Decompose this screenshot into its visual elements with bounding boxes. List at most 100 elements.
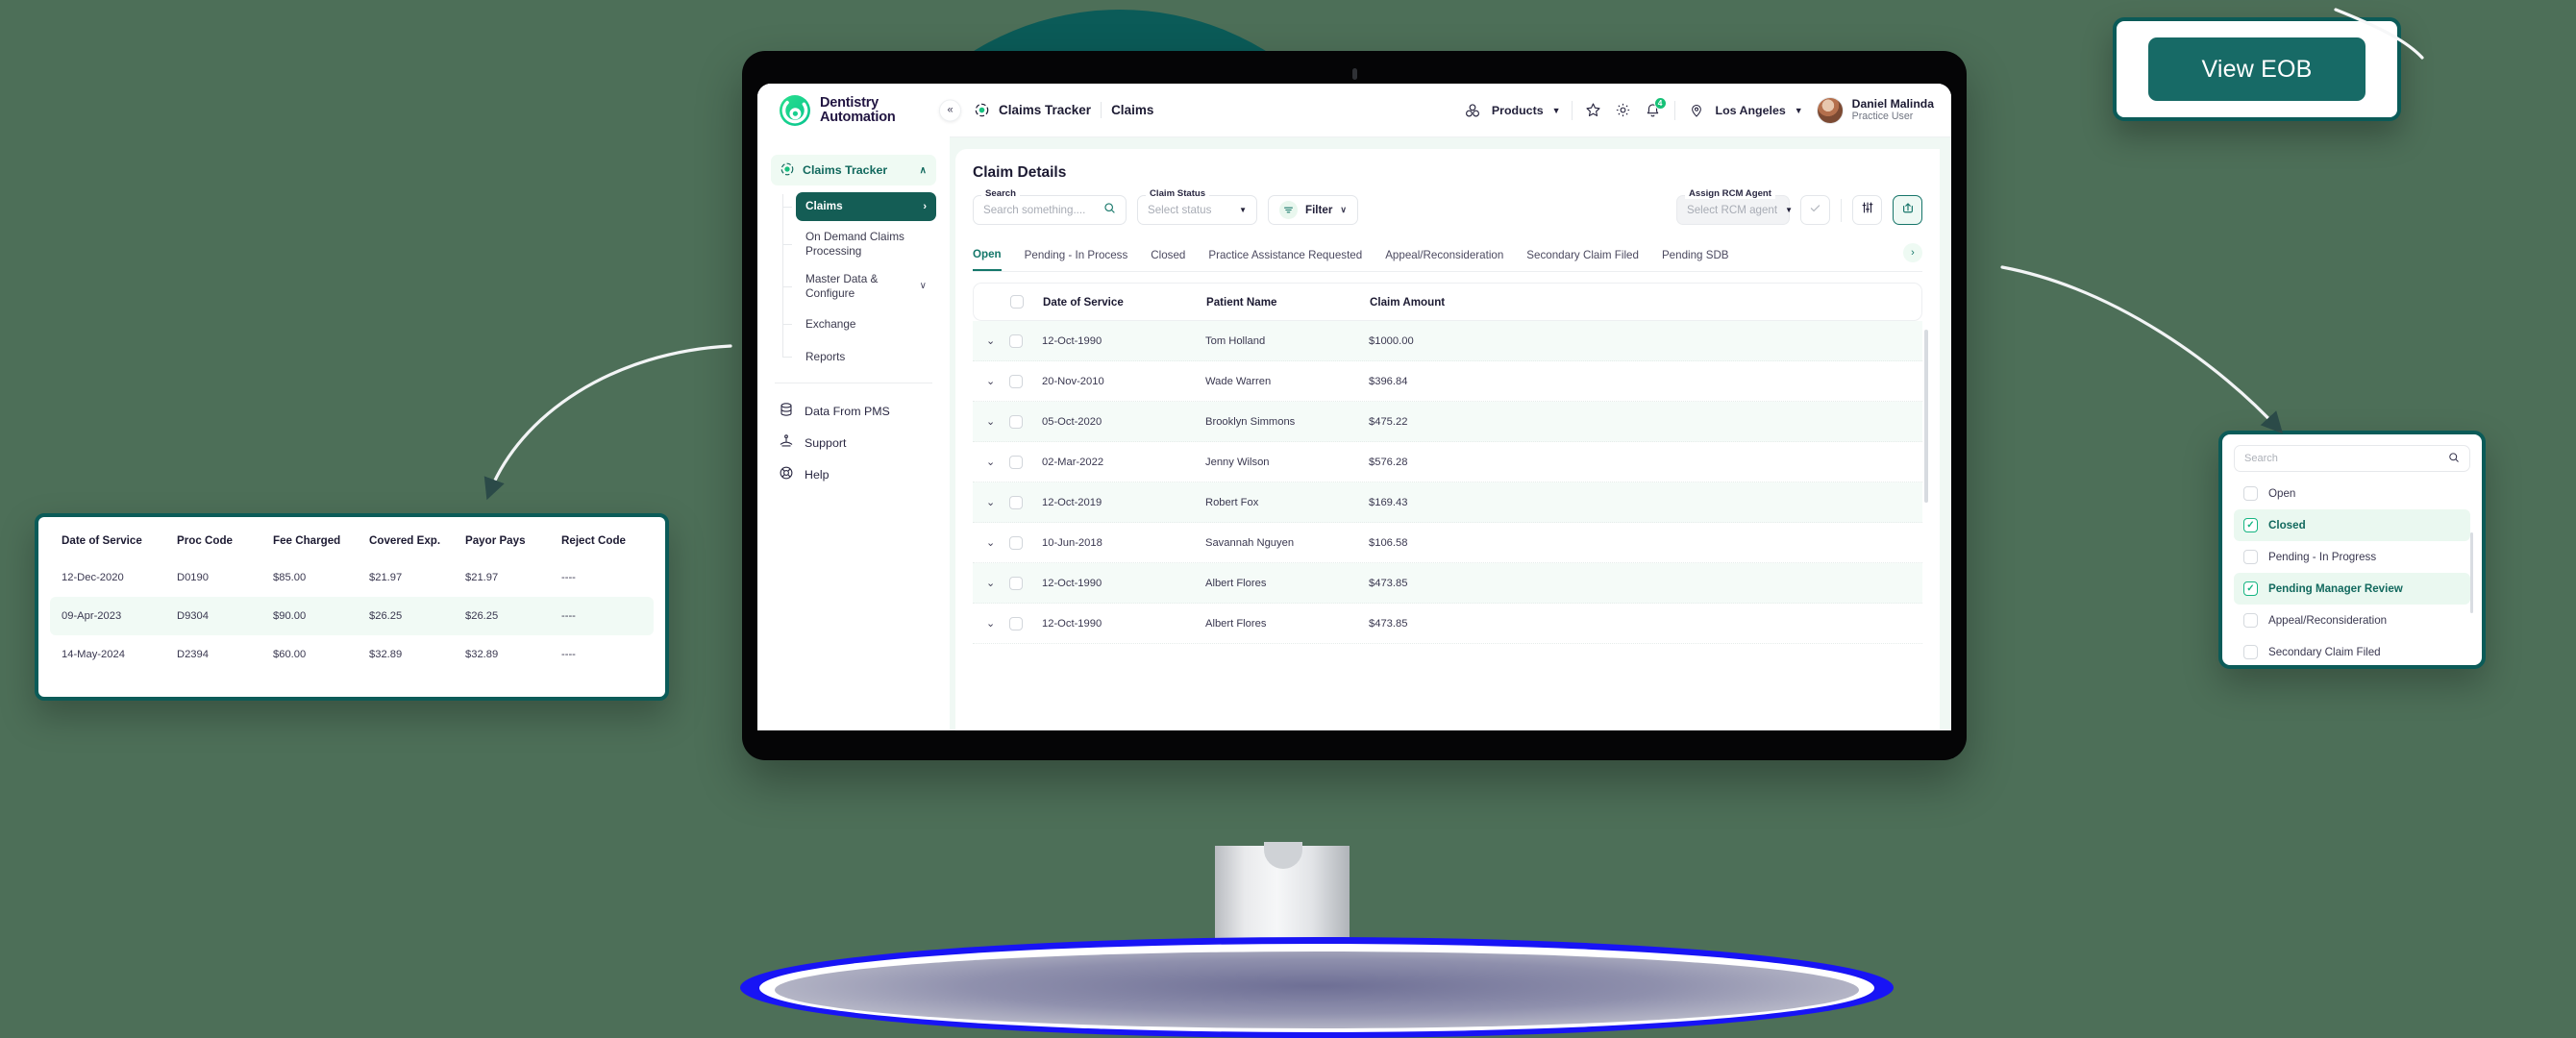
expand-row-icon[interactable]: ⌄ bbox=[986, 375, 1009, 387]
sidebar-item-data-from-pms[interactable]: Data From PMS bbox=[771, 395, 936, 427]
row-select-cell[interactable] bbox=[1009, 535, 1042, 550]
select-all-checkbox[interactable] bbox=[1010, 295, 1024, 309]
row-select-cell[interactable] bbox=[1009, 455, 1042, 469]
row-select-cell[interactable] bbox=[1009, 616, 1042, 630]
brand-logo-block[interactable]: Dentistry Automation bbox=[757, 84, 950, 137]
row-checkbox[interactable] bbox=[1009, 334, 1023, 348]
expand-row-icon[interactable]: ⌄ bbox=[986, 577, 1009, 589]
table-row[interactable]: ⌄ 12-Oct-1990 Albert Flores $473.85 bbox=[973, 604, 1922, 644]
status-search-input[interactable]: Search bbox=[2234, 445, 2470, 472]
row-checkbox[interactable] bbox=[1009, 455, 1023, 469]
tab-closed[interactable]: Closed bbox=[1151, 242, 1185, 270]
status-option-pending-manager-review[interactable]: ✓ Pending Manager Review bbox=[2234, 573, 2470, 605]
row-checkbox[interactable] bbox=[1009, 616, 1023, 630]
check-icon bbox=[1809, 202, 1821, 219]
tab-practice-assistance-requested[interactable]: Practice Assistance Requested bbox=[1208, 242, 1362, 270]
expand-row-icon[interactable]: ⌄ bbox=[986, 617, 1009, 630]
view-eob-button[interactable]: View EOB bbox=[2148, 37, 2365, 101]
sidebar-item-support[interactable]: Support bbox=[771, 427, 936, 458]
cell-date-of-service: 12-Oct-1990 bbox=[1042, 617, 1102, 630]
status-list-scrollbar[interactable] bbox=[2469, 532, 2473, 613]
app-body: Claims Tracker ∧ Claims › On Demand Clai… bbox=[757, 137, 1951, 730]
view-eob-callout: View EOB bbox=[2113, 17, 2401, 121]
row-select-cell[interactable] bbox=[1009, 495, 1042, 509]
tab-appeal-reconsideration[interactable]: Appeal/Reconsideration bbox=[1385, 242, 1503, 270]
row-checkbox[interactable] bbox=[1009, 576, 1023, 590]
assign-rcm-select[interactable]: Select RCM agent ▼ bbox=[1676, 195, 1793, 225]
row-select-cell[interactable] bbox=[1009, 334, 1042, 348]
search-icon[interactable] bbox=[2448, 452, 2460, 466]
status-checkbox-checked[interactable]: ✓ bbox=[2243, 518, 2258, 532]
expand-row-icon[interactable]: ⌄ bbox=[986, 496, 1009, 508]
status-option-appeal-reconsideration[interactable]: Appeal/Reconsideration bbox=[2234, 605, 2470, 636]
products-menu[interactable]: Products ▼ bbox=[1462, 100, 1561, 121]
tab-pending-sdb[interactable]: Pending SDB bbox=[1662, 242, 1729, 270]
location-label: Los Angeles bbox=[1715, 103, 1786, 117]
status-checkbox[interactable] bbox=[2243, 550, 2258, 564]
column-header-claim-amount[interactable]: Claim Amount bbox=[1370, 296, 1908, 309]
table-row[interactable]: ⌄ 20-Nov-2010 Wade Warren $396.84 bbox=[973, 361, 1922, 402]
chevron-down-icon: ▼ bbox=[1551, 105, 1561, 115]
status-option-secondary-claim-filed[interactable]: Secondary Claim Filed bbox=[2234, 636, 2470, 665]
status-checkbox-checked[interactable]: ✓ bbox=[2243, 581, 2258, 596]
status-checkbox[interactable] bbox=[2243, 486, 2258, 501]
chevron-up-icon[interactable]: ∧ bbox=[920, 165, 927, 176]
cell-date-of-service: 12-Oct-1990 bbox=[1042, 334, 1102, 347]
status-option-pending-in-progress[interactable]: Pending - In Progress bbox=[2234, 541, 2470, 573]
row-select-cell[interactable] bbox=[1009, 374, 1042, 388]
breadcrumb-root[interactable]: Claims Tracker bbox=[999, 103, 1091, 117]
table-row[interactable]: ⌄ 12-Oct-1990 Albert Flores $473.85 bbox=[973, 563, 1922, 604]
table-row[interactable]: ⌄ 02-Mar-2022 Jenny Wilson $576.28 bbox=[973, 442, 1922, 482]
sidebar-item-exchange[interactable]: Exchange bbox=[782, 309, 936, 338]
chevron-down-icon[interactable]: ∨ bbox=[920, 281, 927, 293]
star-icon[interactable] bbox=[1583, 100, 1604, 121]
row-select-cell[interactable] bbox=[1009, 576, 1042, 590]
chevron-down-icon[interactable]: ▼ bbox=[1239, 206, 1247, 214]
table-row[interactable]: ⌄ 12-Oct-2019 Robert Fox $169.43 bbox=[973, 482, 1922, 523]
row-checkbox[interactable] bbox=[1009, 495, 1023, 509]
sidebar-item-on-demand-claims-processing[interactable]: On Demand Claims Processing bbox=[782, 225, 936, 263]
search-input[interactable]: Search something.... bbox=[973, 195, 1127, 225]
user-menu[interactable]: Daniel Malinda Practice User bbox=[1816, 96, 1934, 124]
row-checkbox[interactable] bbox=[1009, 535, 1023, 550]
filter-label: Filter bbox=[1305, 204, 1333, 216]
confirm-assign-button[interactable] bbox=[1800, 195, 1830, 225]
table-row[interactable]: ⌄ 05-Oct-2020 Brooklyn Simmons $475.22 bbox=[973, 402, 1922, 442]
sidebar-item-master-data-configure[interactable]: Master Data & Configure ∨ bbox=[782, 267, 936, 306]
expand-row-icon[interactable]: ⌄ bbox=[986, 415, 1009, 428]
filter-button[interactable]: Filter ∨ bbox=[1268, 195, 1358, 225]
expand-row-icon[interactable]: ⌄ bbox=[986, 334, 1009, 347]
chevron-right-icon[interactable]: › bbox=[1903, 243, 1922, 262]
column-header-date-of-service[interactable]: Date of Service bbox=[1043, 296, 1206, 309]
status-checkbox[interactable] bbox=[2243, 645, 2258, 659]
claim-status-select[interactable]: Select status ▼ bbox=[1137, 195, 1257, 225]
tab-open[interactable]: Open bbox=[973, 241, 1002, 271]
row-checkbox[interactable] bbox=[1009, 414, 1023, 429]
export-button[interactable] bbox=[1893, 195, 1922, 225]
sidebar-item-help[interactable]: Help bbox=[771, 458, 936, 490]
table-scrollbar[interactable] bbox=[1924, 330, 1928, 503]
gear-icon[interactable] bbox=[1613, 100, 1634, 121]
collapse-left-icon[interactable]: « bbox=[939, 99, 961, 121]
expand-row-icon[interactable]: ⌄ bbox=[986, 536, 1009, 549]
expand-row-icon[interactable]: ⌄ bbox=[986, 456, 1009, 468]
status-option-closed[interactable]: ✓ Closed bbox=[2234, 509, 2470, 541]
location-menu[interactable]: Los Angeles ▼ bbox=[1686, 100, 1803, 121]
sidebar-item-reports[interactable]: Reports bbox=[782, 342, 936, 371]
tab-secondary-claim-filed[interactable]: Secondary Claim Filed bbox=[1526, 242, 1639, 270]
tab-pending-in-process[interactable]: Pending - In Process bbox=[1025, 242, 1128, 270]
row-select-cell[interactable] bbox=[1009, 414, 1042, 429]
status-checkbox[interactable] bbox=[2243, 613, 2258, 628]
chevron-down-icon[interactable]: ▼ bbox=[1785, 206, 1793, 214]
search-icon[interactable] bbox=[1103, 202, 1116, 219]
table-row[interactable]: ⌄ 10-Jun-2018 Savannah Nguyen $106.58 bbox=[973, 523, 1922, 563]
bell-icon[interactable]: 4 bbox=[1643, 96, 1667, 121]
row-checkbox[interactable] bbox=[1009, 374, 1023, 388]
sidebar-item-claims[interactable]: Claims › bbox=[782, 192, 936, 221]
column-header-patient-name[interactable]: Patient Name bbox=[1206, 296, 1370, 309]
status-option-open[interactable]: Open bbox=[2234, 478, 2470, 509]
column-settings-button[interactable] bbox=[1852, 195, 1882, 225]
sidebar-group-claims-tracker[interactable]: Claims Tracker ∧ bbox=[771, 155, 936, 185]
table-row[interactable]: ⌄ 12-Oct-1990 Tom Holland $1000.00 bbox=[973, 321, 1922, 361]
select-all-cell[interactable] bbox=[1010, 295, 1043, 309]
